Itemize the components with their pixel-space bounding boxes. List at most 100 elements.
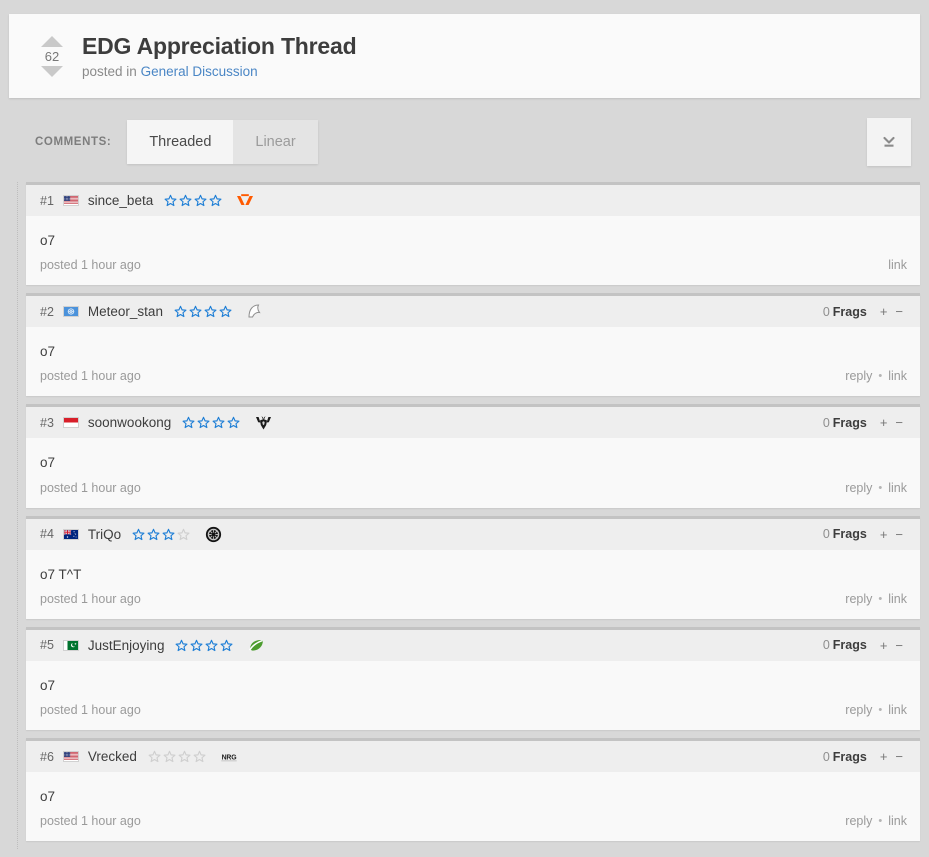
comment-footer: posted 1 hour agoreply•link (26, 473, 920, 508)
breadcrumb: posted in General Discussion (82, 64, 356, 79)
comment-actions: reply•link (845, 592, 907, 606)
user-rating-stars (132, 528, 192, 541)
comments-toolbar: COMMENTS: Threaded Linear (9, 118, 920, 166)
page-title: EDG Appreciation Thread (82, 33, 356, 59)
frags-control: 0Frags+− (823, 638, 907, 653)
nrg-logo: NRG (219, 748, 239, 765)
comment-card: #3soonwookong0Frags+−o7posted 1 hour ago… (26, 404, 920, 507)
tab-linear[interactable]: Linear (233, 120, 317, 164)
comment-timestamp: posted 1 hour ago (40, 258, 141, 272)
comment-author[interactable]: JustEnjoying (88, 638, 165, 653)
green-leaf-logo (246, 637, 266, 654)
reply-link[interactable]: reply (845, 814, 872, 828)
user-rating-stars (174, 305, 234, 318)
frag-label: Frags (833, 638, 867, 652)
star-filled-icon (220, 639, 233, 652)
star-empty-icon (177, 528, 190, 541)
posted-in-label: posted in (82, 64, 137, 79)
frag-plus-button[interactable]: + (876, 749, 892, 764)
united-states-flag (63, 751, 79, 762)
user-rating-stars (148, 750, 208, 763)
star-empty-icon (193, 750, 206, 763)
triangle-up-icon[interactable] (41, 36, 63, 47)
user-rating-stars (164, 194, 224, 207)
view-mode-toggle: Threaded Linear (127, 120, 317, 164)
comment-author[interactable]: TriQo (88, 527, 121, 542)
australia-flag (63, 529, 79, 540)
frag-minus-button[interactable]: − (891, 304, 907, 319)
comment-card: #5JustEnjoying0Frags+−o7posted 1 hour ag… (26, 627, 920, 730)
permalink-link[interactable]: link (888, 481, 907, 495)
comment-footer: posted 1 hour agoreply•link (26, 584, 920, 619)
reply-link[interactable]: reply (845, 592, 872, 606)
comment-footer: posted 1 hour agoreply•link (26, 806, 920, 841)
comment-number: #6 (40, 750, 54, 764)
frag-minus-button[interactable]: − (891, 415, 907, 430)
star-filled-icon (174, 305, 187, 318)
permalink-link[interactable]: link (888, 369, 907, 383)
forum-link[interactable]: General Discussion (141, 64, 258, 79)
frags-control: 0Frags+− (823, 749, 907, 764)
comment-body: o7 (26, 661, 920, 695)
link-separator: • (878, 370, 882, 382)
dark-wings-logo (253, 414, 273, 431)
frag-plus-button[interactable]: + (876, 527, 892, 542)
frag-minus-button[interactable]: − (891, 638, 907, 653)
comment-author[interactable]: Vrecked (88, 749, 137, 764)
star-empty-icon (163, 750, 176, 763)
collapse-all-button[interactable] (867, 118, 911, 166)
comment-post: #6 Vrecked NRG 0Frags+− o7 posted 1 hour ago r… (9, 738, 920, 841)
comment-card: #4TriQo0Frags+−o7 T^Tposted 1 hour agore… (26, 516, 920, 619)
comment-card: #1 since_beta o7 posted 1 hour ago link (26, 182, 920, 285)
united-nations-flag (63, 306, 79, 317)
star-empty-icon (148, 750, 161, 763)
comment-header: #5JustEnjoying0Frags+− (26, 630, 920, 661)
comment-footer: posted 1 hour ago reply•link (26, 695, 920, 730)
comment-body: o7 (26, 772, 920, 806)
comment-author[interactable]: since_beta (88, 193, 153, 208)
user-rating-stars (175, 639, 235, 652)
frag-plus-button[interactable]: + (876, 415, 892, 430)
comment-actions: reply•link (845, 481, 907, 495)
svg-text:NRG: NRG (222, 754, 237, 761)
star-filled-icon (209, 194, 222, 207)
indonesia-flag (63, 417, 79, 428)
comment-list: #1 since_beta o7 posted 1 hour ago link #2 Met… (9, 182, 920, 849)
comment-timestamp: posted 1 hour ago (40, 703, 141, 717)
comment-number: #4 (40, 527, 54, 541)
dark-circle-logo (203, 526, 223, 543)
frag-plus-button[interactable]: + (876, 304, 892, 319)
comment-author[interactable]: soonwookong (88, 415, 171, 430)
star-filled-icon (189, 305, 202, 318)
comment-post: #1 since_beta o7 posted 1 hour ago link (9, 182, 920, 285)
frag-minus-button[interactable]: − (891, 749, 907, 764)
comment-number: #2 (40, 305, 54, 319)
permalink-link[interactable]: link (888, 592, 907, 606)
reply-link[interactable]: reply (845, 369, 872, 383)
comment-author[interactable]: Meteor_stan (88, 304, 163, 319)
comment-body: o7 (26, 216, 920, 250)
permalink-link[interactable]: link (888, 814, 907, 828)
frag-minus-button[interactable]: − (891, 527, 907, 542)
comment-number: #1 (40, 194, 54, 208)
united-states-flag (63, 195, 79, 206)
frag-count: 0 (823, 527, 830, 541)
comment-timestamp: posted 1 hour ago (40, 814, 141, 828)
comment-actions: reply•link (845, 703, 907, 717)
vote-count: 62 (45, 50, 59, 63)
comment-body: o7 (26, 438, 920, 472)
reply-link[interactable]: reply (845, 481, 872, 495)
frag-label: Frags (833, 416, 867, 430)
frags-control: 0Frags+− (823, 304, 907, 319)
reply-link[interactable]: reply (845, 703, 872, 717)
frag-plus-button[interactable]: + (876, 638, 892, 653)
permalink-link[interactable]: link (888, 258, 907, 272)
triangle-down-icon[interactable] (41, 66, 63, 77)
star-filled-icon (227, 416, 240, 429)
star-filled-icon (132, 528, 145, 541)
thread-info: EDG Appreciation Thread posted in Genera… (82, 33, 356, 79)
star-filled-icon (197, 416, 210, 429)
comment-number: #5 (40, 638, 54, 652)
permalink-link[interactable]: link (888, 703, 907, 717)
tab-threaded[interactable]: Threaded (127, 120, 233, 164)
